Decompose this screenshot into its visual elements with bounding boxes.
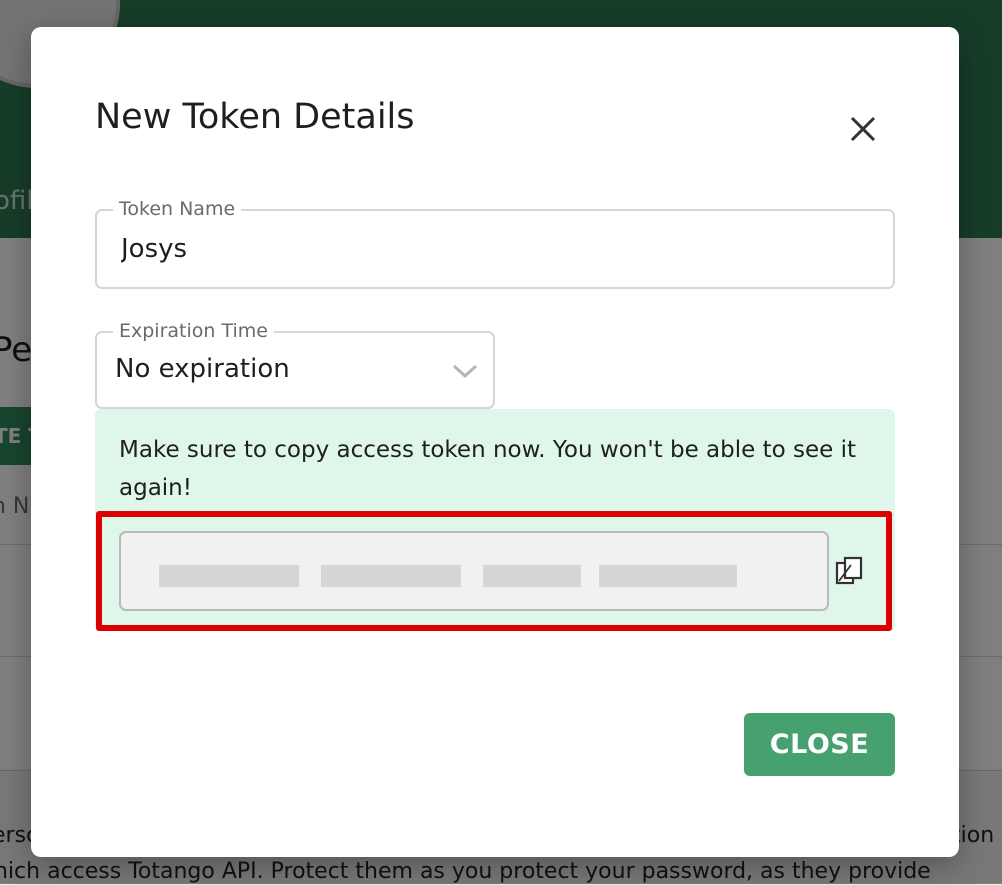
token-name-label: Token Name	[113, 197, 242, 221]
expiration-select[interactable]: Expiration Time No expiration	[95, 319, 495, 409]
expiration-label: Expiration Time	[113, 319, 274, 343]
close-icon[interactable]	[843, 109, 883, 149]
copy-icon[interactable]	[835, 555, 865, 587]
expiration-value: No expiration	[115, 354, 290, 384]
notice-text: Make sure to copy access token now. You …	[119, 437, 856, 501]
dialog-title: New Token Details	[95, 97, 415, 137]
highlight-annotation	[96, 511, 892, 631]
token-name-input[interactable]	[121, 231, 861, 267]
token-name-field: Token Name	[95, 197, 895, 289]
close-button[interactable]: CLOSE	[744, 713, 895, 776]
chevron-down-icon	[452, 364, 478, 379]
new-token-dialog: New Token Details Token Name Expiration …	[31, 27, 959, 857]
